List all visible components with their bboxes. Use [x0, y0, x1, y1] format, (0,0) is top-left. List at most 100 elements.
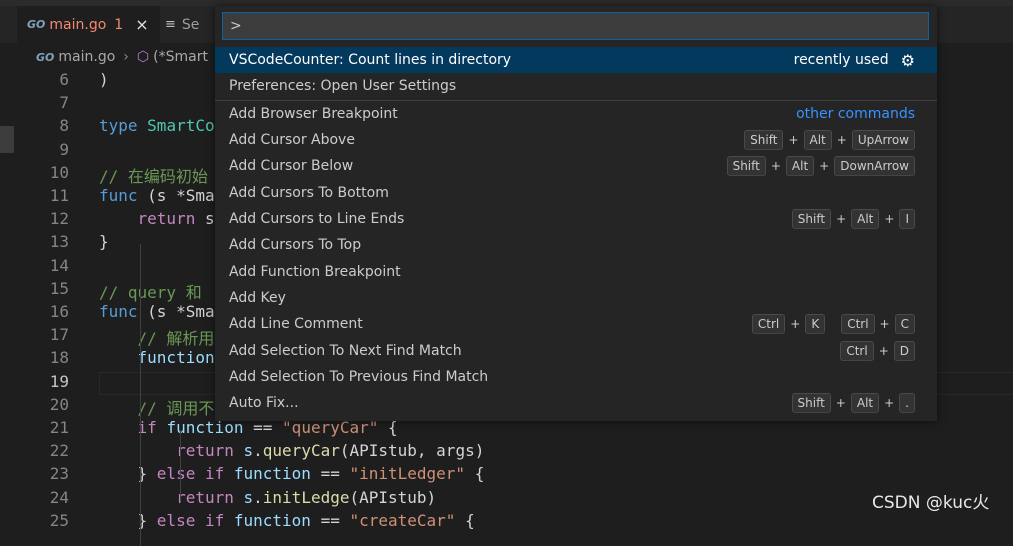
- command-label: Add Function Breakpoint: [229, 264, 401, 280]
- code-token: // 在编码初始: [99, 166, 208, 186]
- tab-main-go[interactable]: GO main.go 1 ×: [17, 6, 160, 43]
- code-line[interactable]: 22 return s.queryCar(APIstub, args): [0, 441, 1013, 464]
- tab-settings[interactable]: ≡ Se: [163, 6, 223, 43]
- keybinding-key: Alt: [851, 209, 880, 229]
- command-meta: recently used ⚙: [794, 51, 915, 70]
- code-token: return: [99, 487, 244, 507]
- line-number: 7: [59, 93, 69, 113]
- command-meta: Ctrl + K Ctrl + C: [751, 314, 915, 334]
- code-text: func (s *Sma: [99, 186, 215, 205]
- command-meta: Shift + Alt + I: [791, 209, 915, 229]
- code-text: // 调用不: [99, 395, 215, 419]
- code-token: ==: [320, 464, 350, 484]
- key-plus: +: [884, 396, 895, 410]
- breadcrumb-symbol[interactable]: (*Smart: [153, 49, 208, 65]
- line-number: 21: [49, 418, 69, 437]
- command-item[interactable]: Add Cursor Below Shift + Alt + DownArrow: [215, 153, 937, 179]
- command-input[interactable]: >: [222, 12, 929, 40]
- line-number: 20: [49, 394, 69, 414]
- code-text: return s.queryCar(APIstub, args): [99, 441, 484, 460]
- command-label: Add Line Comment: [229, 316, 363, 332]
- command-item[interactable]: VSCodeCounter: Count lines in directory r…: [215, 47, 937, 73]
- code-token: }: [99, 232, 109, 252]
- command-item[interactable]: Add Function Breakpoint: [215, 259, 937, 285]
- code-token: function: [233, 464, 321, 484]
- recently-used-label: recently used: [793, 52, 889, 68]
- keybinding-key: Ctrl: [751, 314, 786, 334]
- command-item[interactable]: Preferences: Open User Settings: [215, 73, 937, 99]
- command-item[interactable]: Add Selection To Previous Find Match: [215, 364, 937, 390]
- command-label: Add Cursor Above: [229, 132, 355, 148]
- command-item[interactable]: Add Selection To Next Find Match Ctrl + D: [215, 338, 937, 364]
- command-label: Add Cursors To Bottom: [229, 185, 389, 201]
- command-item[interactable]: Add Key: [215, 285, 937, 311]
- command-label: Add Selection To Previous Find Match: [229, 369, 489, 385]
- code-text: type SmartCo: [99, 116, 215, 135]
- code-token: "initLedger": [349, 464, 466, 484]
- line-number: 15: [49, 278, 69, 298]
- code-token: if: [99, 418, 167, 437]
- code-token: func: [99, 186, 148, 205]
- command-meta: other commands: [796, 106, 915, 122]
- command-label: Add Browser Breakpoint: [229, 106, 398, 122]
- keybinding-key: Shift: [791, 209, 832, 229]
- code-text: }: [99, 232, 109, 251]
- line-number: 12: [49, 209, 69, 229]
- tab-label: main.go: [49, 16, 107, 33]
- command-label: Add Selection To Next Find Match: [229, 343, 462, 359]
- code-token: "createCar": [349, 510, 456, 530]
- watermark: CSDN @kuc火: [872, 493, 990, 513]
- code-line[interactable]: 25 } else if function == "createCar" {: [0, 511, 1013, 534]
- line-number: 23: [49, 464, 69, 484]
- line-number: 25: [49, 510, 69, 530]
- code-text: func (s *Sma: [99, 302, 215, 321]
- command-label: Add Cursors To Top: [229, 237, 362, 253]
- command-label: Add Key: [229, 290, 286, 306]
- command-item[interactable]: Add Line Comment Ctrl + K Ctrl + C: [215, 311, 937, 337]
- keybinding-key: .: [899, 393, 915, 413]
- code-line[interactable]: 24 return s.initLedge(APIstub): [0, 488, 1013, 511]
- go-file-icon: GO: [27, 18, 46, 31]
- command-meta: Shift + Alt + DownArrow: [726, 156, 915, 176]
- code-text: // query 和: [99, 279, 202, 303]
- key-plus: +: [836, 212, 847, 226]
- keybinding-key: Ctrl: [840, 341, 874, 361]
- code-text: // 在编码初始: [99, 163, 208, 187]
- command-item[interactable]: Add Cursors to Line Ends Shift + Alt + I: [215, 206, 937, 232]
- code-token: {: [455, 510, 475, 530]
- key-plus: +: [770, 159, 781, 173]
- code-line[interactable]: 21 if function == "queryCar" {: [0, 418, 1013, 441]
- line-number: 18: [49, 348, 69, 368]
- code-token: SmartCo: [147, 116, 215, 136]
- line-number: 22: [49, 441, 69, 461]
- command-item[interactable]: Auto Fix... Shift + Alt +.: [215, 390, 937, 416]
- keybinding-key: C: [894, 314, 915, 334]
- code-token: ==: [320, 510, 350, 530]
- keybinding-key: UpArrow: [851, 130, 915, 150]
- breadcrumb-file[interactable]: main.go: [58, 49, 115, 65]
- keybinding-key: Alt: [850, 393, 880, 413]
- code-token: type: [99, 116, 148, 136]
- command-item[interactable]: Add Cursors To Bottom: [215, 180, 937, 206]
- code-line[interactable]: 23 } else if function == "initLedger" {: [0, 464, 1013, 487]
- key-plus: +: [884, 212, 895, 226]
- command-item[interactable]: Add Cursors To Top: [215, 232, 937, 258]
- code-token: (APIstub): [349, 487, 437, 507]
- command-item[interactable]: Add Cursor Above Shift + Alt + UpArrow: [215, 127, 937, 153]
- gear-icon[interactable]: ⚙: [901, 51, 915, 70]
- close-icon[interactable]: ×: [135, 15, 148, 34]
- code-text: function: [99, 348, 215, 367]
- code-token: {: [465, 464, 485, 484]
- keybinding-key: I: [899, 209, 915, 229]
- keybinding-key: Ctrl: [841, 314, 875, 334]
- keybinding-key: Shift: [726, 156, 766, 176]
- command-label: Auto Fix...: [229, 395, 299, 411]
- line-number: 17: [49, 325, 69, 345]
- line-number: 16: [49, 302, 69, 321]
- code-token: else if: [156, 510, 234, 530]
- command-item[interactable]: Add Browser Breakpoint other commands: [215, 101, 937, 127]
- code-text: } else if function == "createCar" {: [99, 511, 475, 530]
- code-text: ): [99, 70, 109, 89]
- key-plus: +: [819, 159, 830, 173]
- key-plus: +: [835, 396, 846, 410]
